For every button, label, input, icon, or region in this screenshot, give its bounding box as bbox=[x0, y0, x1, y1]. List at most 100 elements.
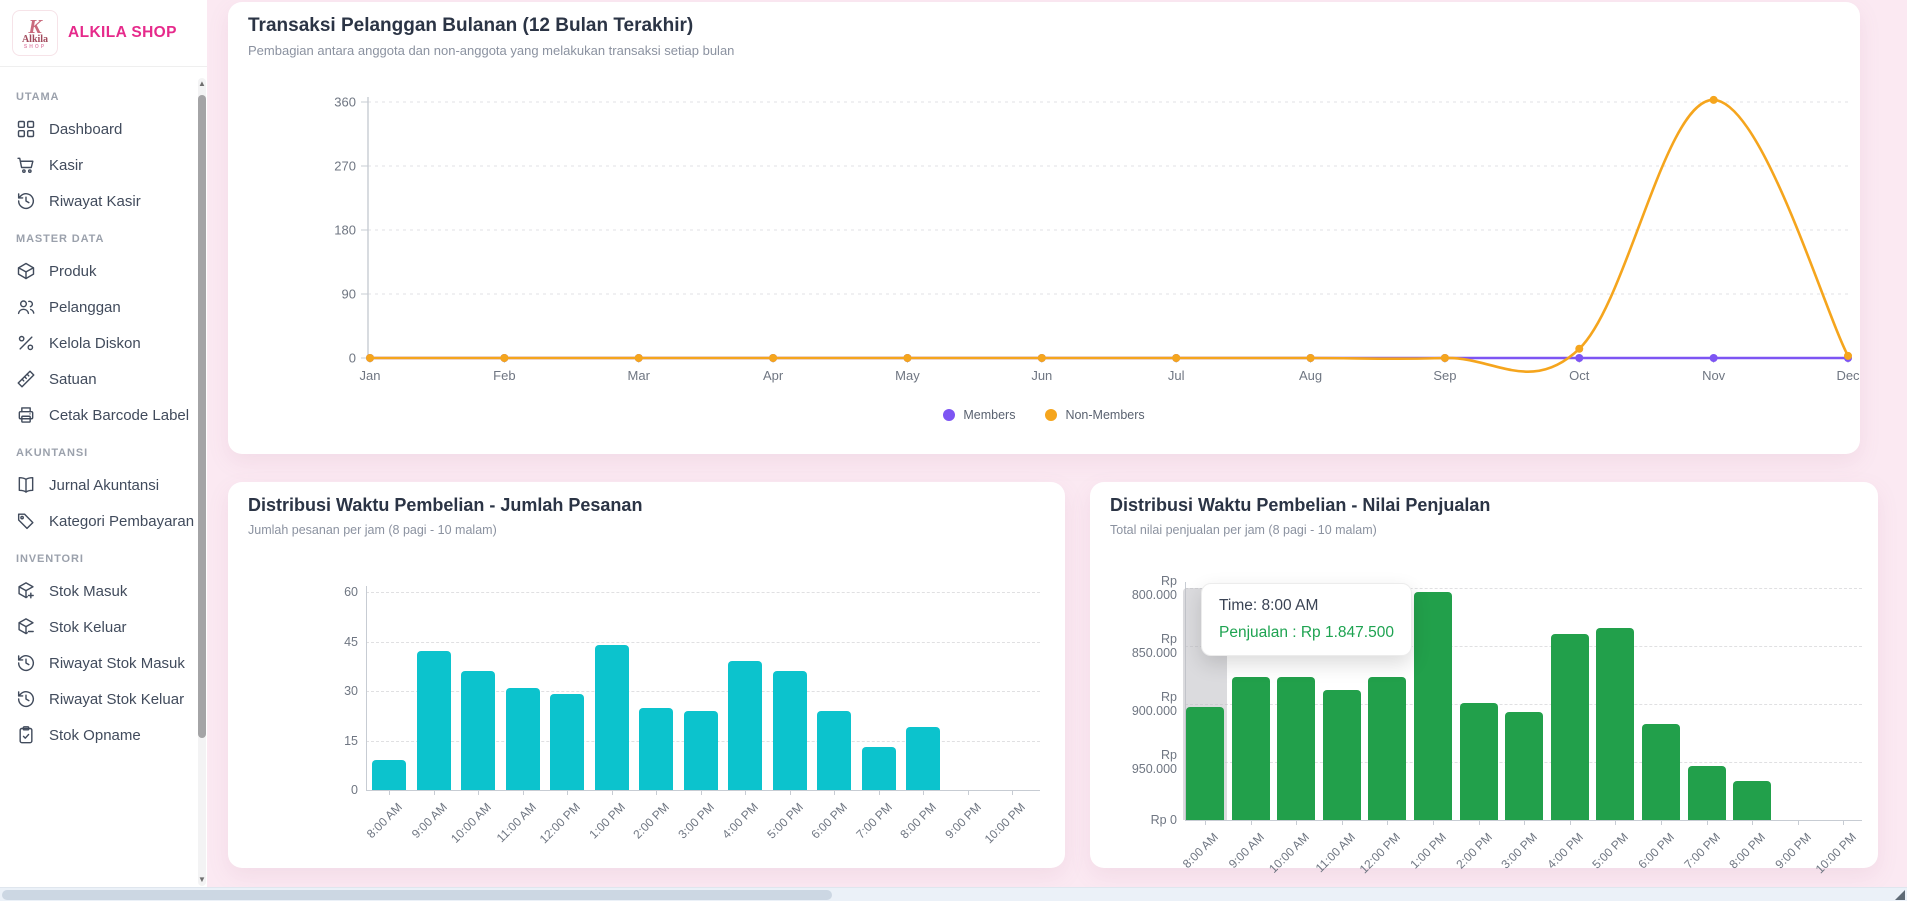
history-icon bbox=[16, 689, 36, 709]
sidebar-item-cetak-barcode-label[interactable]: Cetak Barcode Label bbox=[14, 397, 197, 433]
sales-bar[interactable] bbox=[1232, 677, 1270, 820]
monthly-chart-title: Transaksi Pelanggan Bulanan (12 Bulan Te… bbox=[248, 15, 693, 37]
data-point-non-members bbox=[1172, 354, 1180, 362]
sidebar-item-produk[interactable]: Produk bbox=[14, 253, 197, 289]
orders-bar[interactable] bbox=[417, 651, 451, 790]
data-point-non-members bbox=[1575, 345, 1583, 353]
sidebar-item-stok-opname[interactable]: Stok Opname bbox=[14, 717, 197, 753]
data-point-non-members bbox=[366, 354, 374, 362]
history-icon bbox=[16, 191, 36, 211]
y-tick-label: Rp850.000 bbox=[1093, 632, 1177, 660]
legend-label: Non-Members bbox=[1065, 408, 1144, 422]
y-axis-line bbox=[366, 586, 367, 790]
brand-title: ALKILA SHOP bbox=[68, 24, 177, 42]
x-tick-mark bbox=[656, 790, 657, 795]
x-axis-line bbox=[366, 790, 1040, 791]
sidebar-item-dashboard[interactable]: Dashboard bbox=[14, 111, 197, 147]
brand[interactable]: K Alkila SHOP ALKILA SHOP bbox=[0, 0, 207, 67]
sales-bar[interactable] bbox=[1186, 707, 1224, 820]
x-tick-mark bbox=[1205, 820, 1206, 825]
sales-bar[interactable] bbox=[1551, 634, 1589, 820]
sidebar-item-pelanggan[interactable]: Pelanggan bbox=[14, 289, 197, 325]
data-point-non-members bbox=[903, 354, 911, 362]
y-tick-label: 90 bbox=[342, 287, 356, 302]
sidebar-item-satuan[interactable]: Satuan bbox=[14, 361, 197, 397]
series-line-non-members bbox=[370, 100, 1848, 372]
legend-item-non-members[interactable]: Non-Members bbox=[1045, 408, 1144, 422]
x-tick-label: Aug bbox=[1299, 368, 1322, 383]
sidebar-item-label: Stok Keluar bbox=[49, 619, 127, 636]
legend-label: Members bbox=[963, 408, 1015, 422]
x-tick-mark bbox=[434, 790, 435, 795]
sales-bar[interactable] bbox=[1688, 766, 1726, 820]
orders-bar[interactable] bbox=[906, 727, 940, 790]
data-point-members bbox=[1710, 354, 1718, 362]
data-point-non-members bbox=[500, 354, 508, 362]
sidebar-item-riwayat-stok-keluar[interactable]: Riwayat Stok Keluar bbox=[14, 681, 197, 717]
x-tick-mark bbox=[478, 790, 479, 795]
x-tick-mark bbox=[1570, 820, 1571, 825]
orders-bar[interactable] bbox=[550, 694, 584, 790]
orders-distribution-card: Distribusi Waktu Pembelian - Jumlah Pesa… bbox=[228, 482, 1065, 868]
sidebar-item-kategori-pembayaran[interactable]: Kategori Pembayaran bbox=[14, 503, 197, 539]
sales-bar[interactable] bbox=[1505, 712, 1543, 820]
horizontal-scrollbar-thumb[interactable] bbox=[2, 890, 832, 900]
x-tick-mark bbox=[1524, 820, 1525, 825]
sales-bar[interactable] bbox=[1323, 690, 1361, 820]
orders-bar[interactable] bbox=[595, 645, 629, 790]
printer-icon bbox=[16, 405, 36, 425]
tooltip-time: Time: 8:00 AM bbox=[1219, 597, 1394, 615]
orders-bar[interactable] bbox=[728, 661, 762, 790]
sales-bar[interactable] bbox=[1642, 724, 1680, 820]
sidebar: K Alkila SHOP ALKILA SHOP UTAMADashboard… bbox=[0, 0, 207, 901]
sidebar-scroll-down-icon[interactable]: ▼ bbox=[198, 876, 206, 884]
x-tick-label: Apr bbox=[763, 368, 784, 383]
gridline bbox=[366, 642, 1040, 643]
x-tick-label: Jun bbox=[1031, 368, 1052, 383]
legend-item-members[interactable]: Members bbox=[943, 408, 1015, 422]
y-tick-label: 30 bbox=[274, 684, 358, 698]
history-icon bbox=[16, 653, 36, 673]
sales-bar[interactable] bbox=[1368, 677, 1406, 820]
sales-bar[interactable] bbox=[1277, 677, 1315, 820]
y-tick-label: Rp800.000 bbox=[1093, 574, 1177, 602]
sidebar-scrollbar-thumb[interactable] bbox=[198, 95, 206, 738]
x-tick-label: Oct bbox=[1569, 368, 1590, 383]
sidebar-item-label: Riwayat Stok Keluar bbox=[49, 691, 184, 708]
sales-bar[interactable] bbox=[1596, 628, 1634, 820]
orders-bar[interactable] bbox=[506, 688, 540, 790]
orders-bar[interactable] bbox=[773, 671, 807, 790]
x-tick-mark bbox=[612, 790, 613, 795]
x-tick-mark bbox=[1387, 820, 1388, 825]
sidebar-scroll-up-icon[interactable]: ▲ bbox=[198, 80, 206, 88]
x-tick-label: Jul bbox=[1168, 368, 1185, 383]
book-icon bbox=[16, 475, 36, 495]
orders-bar[interactable] bbox=[372, 760, 406, 790]
monthly-line-chart[interactable]: 090180270360JanFebMarAprMayJunJulAugSepO… bbox=[228, 2, 1860, 454]
orders-bar[interactable] bbox=[461, 671, 495, 790]
legend-dot-non-members bbox=[1045, 409, 1057, 421]
orders-bar[interactable] bbox=[817, 711, 851, 790]
sales-bar[interactable] bbox=[1460, 703, 1498, 820]
sidebar-item-stok-masuk[interactable]: Stok Masuk bbox=[14, 573, 197, 609]
sidebar-item-stok-keluar[interactable]: Stok Keluar bbox=[14, 609, 197, 645]
percent-icon bbox=[16, 333, 36, 353]
data-point-members bbox=[1575, 354, 1583, 362]
x-tick-mark bbox=[1615, 820, 1616, 825]
orders-bar[interactable] bbox=[862, 747, 896, 790]
orders-bar[interactable] bbox=[684, 711, 718, 790]
sidebar-item-riwayat-kasir[interactable]: Riwayat Kasir bbox=[14, 183, 197, 219]
sidebar-item-kasir[interactable]: Kasir bbox=[14, 147, 197, 183]
y-tick-label: 0 bbox=[349, 351, 356, 366]
sidebar-item-kelola-diskon[interactable]: Kelola Diskon bbox=[14, 325, 197, 361]
y-tick-label: 0 bbox=[274, 783, 358, 797]
orders-bar[interactable] bbox=[639, 708, 673, 791]
monthly-transactions-card: Transaksi Pelanggan Bulanan (12 Bulan Te… bbox=[228, 2, 1860, 454]
sales-bar[interactable] bbox=[1414, 592, 1452, 820]
legend-dot-members bbox=[943, 409, 955, 421]
sidebar-item-riwayat-stok-masuk[interactable]: Riwayat Stok Masuk bbox=[14, 645, 197, 681]
x-tick-mark bbox=[923, 790, 924, 795]
sales-bar[interactable] bbox=[1733, 781, 1771, 820]
sidebar-item-label: Kasir bbox=[49, 157, 83, 174]
sidebar-item-jurnal-akuntansi[interactable]: Jurnal Akuntansi bbox=[14, 467, 197, 503]
